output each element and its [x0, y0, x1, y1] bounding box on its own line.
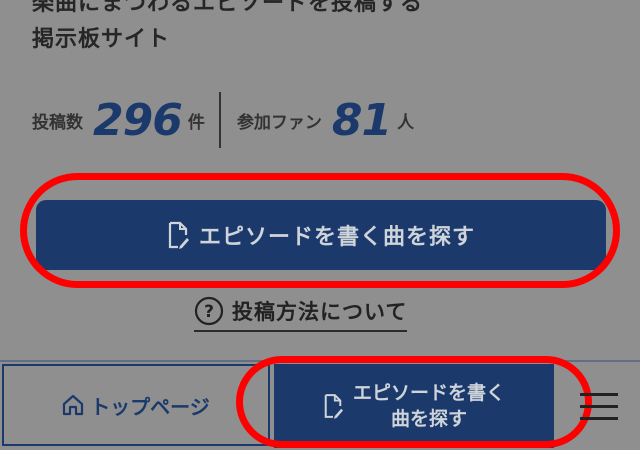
stats-divider [218, 92, 221, 148]
hamburger-menu-icon[interactable] [578, 390, 620, 424]
site-description: 楽曲にまつわるエピソードを投稿する 掲示板サイト [32, 0, 592, 58]
stats-row: 投稿数 296 件 参加ファン 81 人 [32, 92, 414, 148]
intro-line-1: 楽曲にまつわるエピソードを投稿する [32, 0, 424, 16]
highlight-annotation [236, 356, 592, 448]
fans-count: 81 [331, 94, 392, 146]
home-icon [63, 394, 84, 416]
posts-unit: 件 [187, 112, 205, 133]
top-page-button[interactable]: トップページ [2, 364, 270, 446]
fans-label: 参加ファン [236, 112, 322, 133]
svg-text:?: ? [204, 302, 214, 322]
question-circle-icon: ? [194, 296, 224, 326]
how-to-post-label: 投稿方法について [232, 300, 408, 324]
intro-line-2: 掲示板サイト [32, 27, 171, 52]
highlight-annotation [20, 173, 620, 288]
top-page-label: トップページ [90, 394, 210, 419]
how-to-post-link[interactable]: ? 投稿方法について [194, 296, 408, 332]
posts-label: 投稿数 [32, 112, 83, 133]
posts-count: 296 [93, 94, 183, 146]
fans-unit: 人 [397, 112, 415, 133]
